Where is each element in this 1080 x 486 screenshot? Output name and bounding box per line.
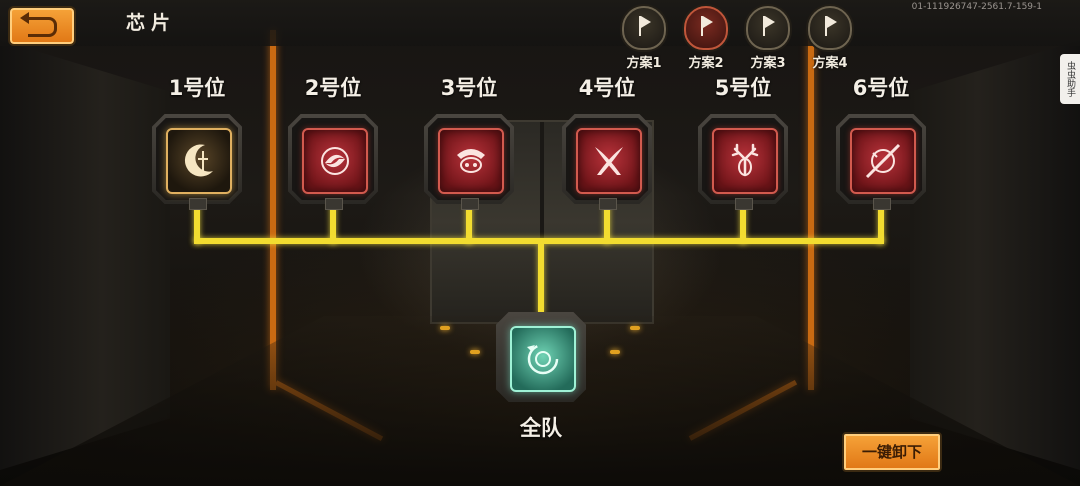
- flag-icon: [746, 6, 790, 50]
- page-title: 芯片: [126, 12, 177, 34]
- floor-light: [470, 350, 480, 354]
- plan-label: 方案1: [626, 56, 662, 71]
- plan-label: 方案3: [750, 56, 786, 71]
- crossed-claws-icon: [595, 147, 623, 175]
- plan-tab-2[interactable]: 方案2: [678, 6, 734, 71]
- chip-slot-6[interactable]: [836, 114, 926, 210]
- corridor-light-strip: [808, 30, 814, 390]
- connection-wire: [538, 244, 544, 314]
- cycle-ring-icon: [527, 343, 559, 375]
- chip-slot-1[interactable]: [152, 114, 242, 210]
- corridor-light-strip: [270, 30, 276, 390]
- slot-label-2: 2号位: [304, 76, 362, 100]
- flag-icon: [622, 6, 666, 50]
- slot-label-3: 3号位: [440, 76, 498, 100]
- back-button[interactable]: [8, 6, 76, 46]
- chip-slot-3[interactable]: [424, 114, 514, 210]
- slot-label-4: 4号位: [578, 76, 636, 100]
- build-id: 01-111926747-2561.7-159-1: [911, 2, 1042, 12]
- floor-light: [610, 350, 620, 354]
- flag-icon: [684, 6, 728, 50]
- beast-head-icon: [457, 149, 485, 173]
- back-arrow-icon: [20, 12, 57, 37]
- assistant-side-tag[interactable]: 虫虫助手: [1060, 54, 1080, 104]
- plan-tab-3[interactable]: 方案3: [740, 6, 796, 71]
- floor-light: [630, 326, 640, 330]
- crescent-blade-icon: [184, 144, 213, 177]
- antlers-icon: [731, 143, 759, 177]
- floor-light: [440, 326, 450, 330]
- left-wall: [0, 40, 170, 470]
- slashed-circle-icon: [865, 143, 901, 179]
- flag-icon: [808, 6, 852, 50]
- plan-tab-4[interactable]: 方案4: [802, 6, 858, 71]
- plan-tab-1[interactable]: 方案1: [616, 6, 672, 71]
- chip-slot-5[interactable]: [698, 114, 788, 210]
- team-label: 全队: [520, 416, 562, 440]
- plan-label: 方案2: [688, 56, 724, 71]
- team-chip-slot[interactable]: [496, 312, 586, 402]
- chip-slot-2[interactable]: [288, 114, 378, 210]
- slot-label-6: 6号位: [852, 76, 910, 100]
- swirl-orb-icon: [321, 147, 349, 175]
- right-wall: [910, 40, 1080, 470]
- slot-label-1: 1号位: [168, 76, 226, 100]
- unequip-all-button[interactable]: 一键卸下: [842, 432, 942, 472]
- plan-label: 方案4: [812, 56, 848, 71]
- chip-slot-4[interactable]: [562, 114, 652, 210]
- slot-label-5: 5号位: [714, 76, 772, 100]
